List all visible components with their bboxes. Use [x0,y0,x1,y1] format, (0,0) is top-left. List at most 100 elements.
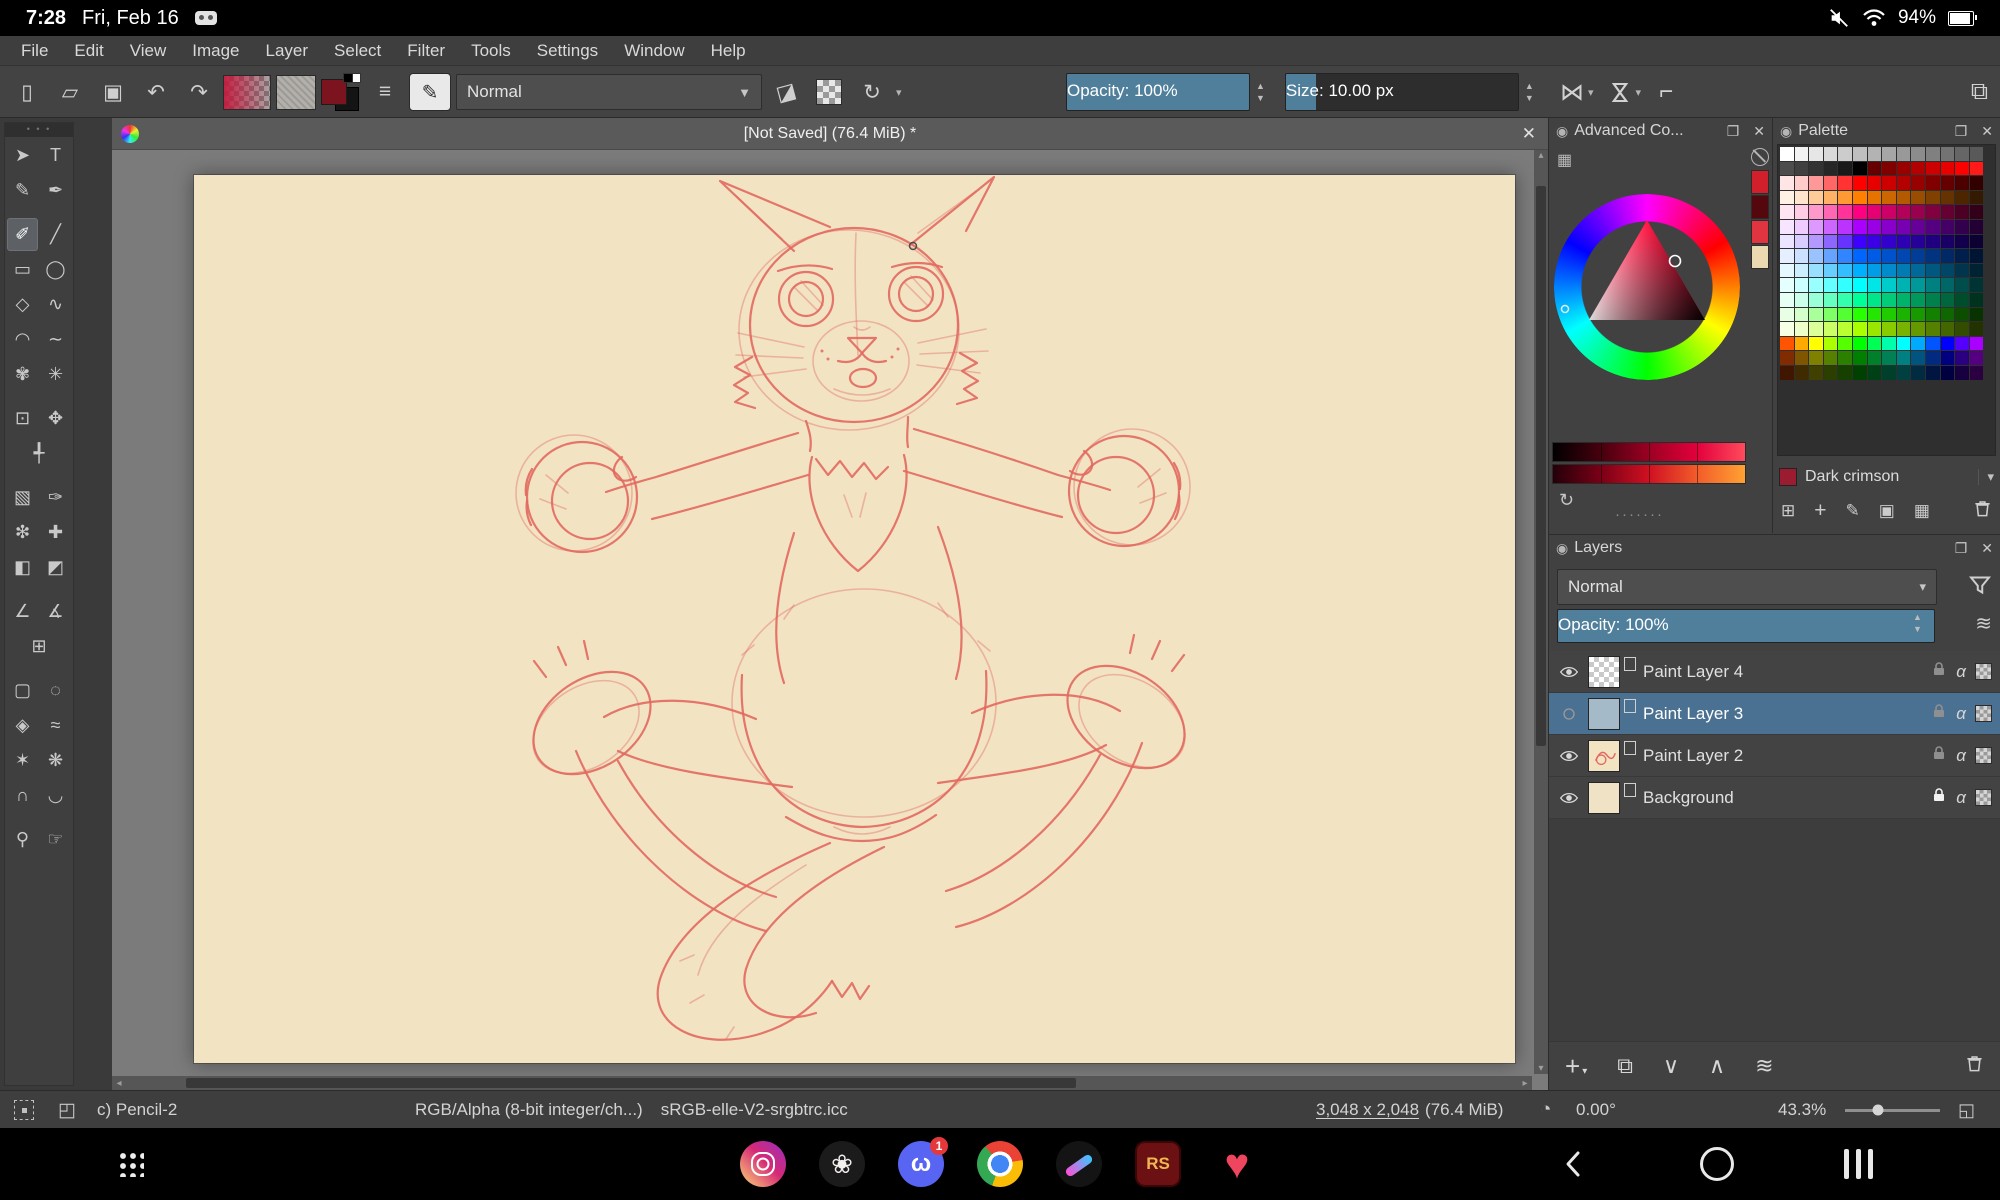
palette-swatch[interactable] [1823,205,1838,219]
palette-swatch[interactable] [1867,351,1882,365]
text-tool[interactable]: T [40,139,71,172]
bezier-curve-tool[interactable]: ◠ [7,323,38,356]
palette-swatch[interactable] [1969,278,1984,292]
palette-swatch[interactable] [1925,263,1940,278]
palette-swatch[interactable] [1925,365,1940,380]
palette-swatch[interactable] [1867,176,1882,190]
palette-swatch[interactable] [1780,263,1794,278]
palette-swatch[interactable] [1823,307,1838,322]
palette-swatch[interactable] [1925,190,1940,205]
palette-swatch[interactable] [1823,365,1838,380]
palette-swatch[interactable] [1794,161,1809,176]
calligraphy-tool[interactable]: ✒ [40,174,71,207]
palette-swatch[interactable] [1896,161,1911,176]
inherit-alpha-icon[interactable] [1975,663,1992,680]
mirror-horizontal-caret[interactable]: ▾ [1588,86,1594,99]
dynamic-brush-tool[interactable]: ✾ [7,358,38,391]
palette-swatch[interactable] [1867,292,1882,307]
freehand-brush-tool[interactable]: ✐ [7,218,38,251]
inherit-alpha-icon[interactable] [1975,747,1992,764]
add-color-group-icon[interactable]: ⊞ [1781,501,1795,521]
palette-swatch[interactable] [1780,336,1794,351]
palette-swatch[interactable] [1794,292,1809,307]
palette-swatch[interactable] [1925,219,1940,234]
instagram-icon[interactable] [740,1141,786,1187]
brush-preset-chooser[interactable]: ✎ [409,73,451,111]
layer-options-icon[interactable]: ≋ [1975,611,1992,636]
palette-swatch[interactable] [1896,307,1911,322]
palette-swatch[interactable] [1955,351,1969,365]
palette-swatch[interactable] [1882,263,1896,278]
menu-item-select[interactable]: Select [321,38,394,64]
palette-swatch[interactable] [1867,249,1882,263]
measure-tool[interactable]: ∡ [40,595,71,628]
freehand-selection-tool[interactable]: ≈ [40,709,71,742]
palette-swatch[interactable] [1823,336,1838,351]
sketchbook-icon[interactable] [1056,1141,1102,1187]
palette-swatch[interactable] [1867,322,1882,336]
palette-swatch[interactable] [1882,278,1896,292]
palette-swatch[interactable] [1809,219,1823,234]
size-spinner[interactable]: ▲ ▼ [1525,81,1534,103]
recents-icon[interactable] [1844,1128,1873,1200]
polygonal-selection-tool[interactable]: ◈ [7,709,38,742]
crop-tool[interactable]: ╃ [24,437,55,470]
close-docker-icon[interactable]: ✕ [1981,123,1993,140]
palette-swatch[interactable] [1940,351,1955,365]
palette-swatch[interactable] [1955,234,1969,249]
palette-swatch[interactable] [1940,278,1955,292]
menu-item-edit[interactable]: Edit [61,38,116,64]
palette-swatch[interactable] [1867,336,1882,351]
palette-swatch[interactable] [1780,234,1794,249]
line-tool[interactable]: ╱ [40,218,71,251]
palette-swatch[interactable] [1969,365,1984,380]
palette-swatch[interactable] [1809,249,1823,263]
close-docker-icon[interactable]: ✕ [1981,540,1993,557]
palette-swatch[interactable] [1955,278,1969,292]
palette-swatch[interactable] [1780,292,1794,307]
polyline-tool[interactable]: ∿ [40,288,71,321]
layer-thumbnail[interactable] [1588,739,1620,772]
delete-color-icon[interactable] [1973,499,1992,523]
alpha-lock-icon[interactable]: α [1956,788,1966,808]
palette-swatch[interactable] [1940,365,1955,380]
palette-swatch[interactable] [1925,176,1940,190]
transform-tool[interactable]: ⊡ [7,402,38,435]
palette-swatch[interactable] [1809,263,1823,278]
palette-swatch[interactable] [1882,365,1896,380]
palette-swatch[interactable] [1780,161,1794,176]
palette-swatch[interactable] [1838,147,1852,161]
palette-swatch[interactable] [1794,249,1809,263]
magnetic-selection-tool[interactable]: ∩ [7,779,38,812]
save-palette-icon[interactable]: ▣ [1879,501,1895,521]
palette-swatch[interactable] [1838,278,1852,292]
palette-swatch[interactable] [1852,249,1867,263]
similar-color-selection-tool[interactable]: ❋ [40,744,71,777]
palette-swatch[interactable] [1896,336,1911,351]
palette-swatch[interactable] [1780,176,1794,190]
palette-swatch[interactable] [1882,351,1896,365]
palette-swatch[interactable] [1925,351,1940,365]
palette-swatch[interactable] [1867,307,1882,322]
float-docker-icon[interactable]: ❐ [1727,123,1740,140]
menu-item-image[interactable]: Image [179,38,252,64]
palette-swatch[interactable] [1911,336,1925,351]
redo-icon[interactable]: ↷ [180,72,218,112]
palette-swatch[interactable] [1940,263,1955,278]
enclose-fill-tool[interactable]: ◩ [40,551,71,584]
recent-color-swatch[interactable] [1751,220,1769,244]
palette-swatch[interactable] [1940,190,1955,205]
palette-swatch[interactable] [1852,205,1867,219]
palette-swatch[interactable] [1852,263,1867,278]
palette-swatch[interactable] [1794,307,1809,322]
canvas-rotation-icon[interactable]: ◔ [1540,1091,1551,1129]
palette-swatch[interactable] [1911,147,1925,161]
palette-swatch[interactable] [1925,234,1940,249]
palette-swatch[interactable] [1940,307,1955,322]
layer-row[interactable]: Paint Layer 4 α [1549,651,2000,693]
palette-swatch[interactable] [1794,263,1809,278]
move-layer-up-button[interactable]: ∧ [1709,1053,1725,1079]
visibility-on-icon[interactable] [1557,746,1581,766]
palette-swatch[interactable] [1969,292,1984,307]
palette-swatch[interactable] [1794,322,1809,336]
